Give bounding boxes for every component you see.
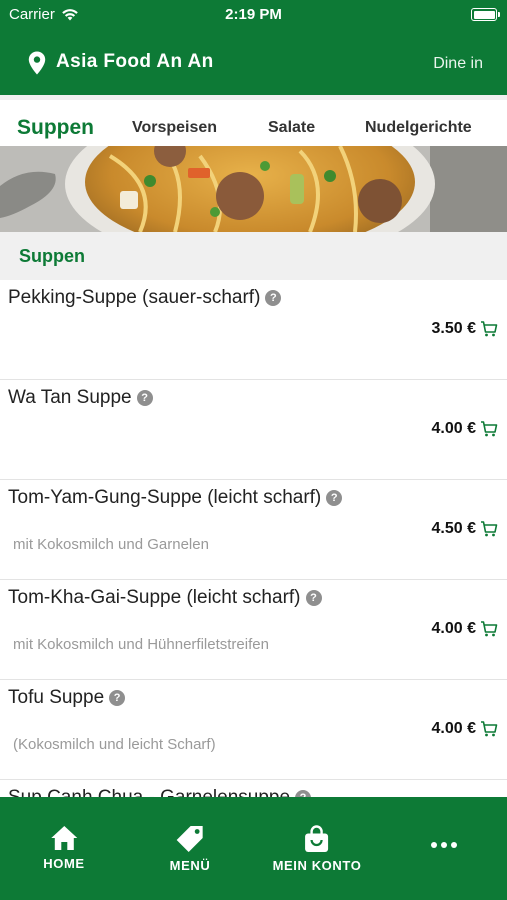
add-to-cart-icon[interactable] xyxy=(480,620,498,638)
menu-item-name-row: Pekking-Suppe (sauer-scharf)? xyxy=(8,287,282,309)
menu-item-description: (Kokosmilch und leicht Scharf) xyxy=(13,736,216,753)
menu-item-price: 4.00 € xyxy=(431,620,476,637)
bottom-navigation: HOME MENÜ MEIN KONTO xyxy=(0,797,507,900)
shopping-bag-icon xyxy=(305,825,329,852)
soup-photo xyxy=(0,146,507,232)
nav-account-label: MEIN KONTO xyxy=(272,858,362,873)
menu-item-price: 3.50 € xyxy=(431,320,476,337)
battery-icon xyxy=(471,8,500,21)
menu-item-name-row: Tofu Suppe? xyxy=(8,687,126,709)
menu-item-name-row: Tom-Kha-Gai-Suppe (leicht scharf)? xyxy=(8,587,322,609)
nav-home[interactable]: HOME xyxy=(43,825,84,871)
status-time: 2:19 PM xyxy=(225,6,282,23)
tab-suppen[interactable]: Suppen xyxy=(17,116,94,140)
section-header: Suppen xyxy=(0,232,507,280)
menu-item-price: 4.00 € xyxy=(431,720,476,737)
nav-account[interactable]: MEIN KONTO xyxy=(273,825,362,873)
info-question-icon[interactable]: ? xyxy=(305,590,322,606)
menu-item[interactable]: Pekking-Suppe (sauer-scharf)? 3.50 € xyxy=(0,280,507,380)
menu-item[interactable]: Tom-Kha-Gai-Suppe (leicht scharf)? mit Ko… xyxy=(0,580,507,680)
menu-item-price: 4.00 € xyxy=(431,420,476,437)
menu-item-description: mit Kokosmilch und Garnelen xyxy=(13,536,209,553)
add-to-cart-icon[interactable] xyxy=(480,420,498,438)
section-title: Suppen xyxy=(19,246,85,266)
menu-item-name: Tom-Kha-Gai-Suppe (leicht scharf) xyxy=(8,587,301,608)
home-icon xyxy=(51,826,77,850)
tab-vorspeisen[interactable]: Vorspeisen xyxy=(132,119,217,137)
menu-item-list: Pekking-Suppe (sauer-scharf)? 3.50 € Wa Ta… xyxy=(0,280,507,880)
menu-item[interactable]: Tofu Suppe? (Kokosmilch und leicht Scharf… xyxy=(0,680,507,780)
restaurant-name[interactable]: Asia Food An An xyxy=(56,51,214,73)
menu-item-name: Wa Tan Suppe xyxy=(8,387,132,408)
menu-item-name: Pekking-Suppe (sauer-scharf) xyxy=(8,287,261,308)
nav-home-label: HOME xyxy=(43,856,85,871)
more-dots-icon[interactable] xyxy=(431,842,457,848)
add-to-cart-icon[interactable] xyxy=(480,520,498,538)
location-pin-icon[interactable] xyxy=(28,51,46,75)
menu-item[interactable]: Wa Tan Suppe? 4.00 € xyxy=(0,380,507,480)
menu-item-name-row: Wa Tan Suppe? xyxy=(8,387,153,409)
header: Asia Food An An Dine in xyxy=(0,40,507,86)
category-banner-image xyxy=(0,146,507,232)
info-question-icon[interactable]: ? xyxy=(326,490,343,506)
status-bar: Carrier 2:19 PM xyxy=(0,0,507,30)
info-question-icon[interactable]: ? xyxy=(109,690,126,706)
info-question-icon[interactable]: ? xyxy=(136,390,153,406)
menu-item-name: Tom-Yam-Gung-Suppe (leicht scharf) xyxy=(8,487,322,508)
nav-menu-label: MENÜ xyxy=(169,858,211,873)
top-bar: Carrier 2:19 PM Asia Food An An Dine in xyxy=(0,0,507,95)
tab-nudelgerichte[interactable]: Nudelgerichte xyxy=(365,119,472,137)
tab-salate[interactable]: Salate xyxy=(268,119,315,137)
add-to-cart-icon[interactable] xyxy=(480,320,498,338)
menu-item-price: 4.50 € xyxy=(431,520,476,537)
tag-icon xyxy=(177,826,203,852)
menu-item[interactable]: Tom-Yam-Gung-Suppe (leicht scharf)? mit K… xyxy=(0,480,507,580)
nav-menu[interactable]: MENÜ xyxy=(170,825,211,873)
menu-item-description: mit Kokosmilch und Hühnerfiletstreifen xyxy=(13,636,269,653)
app-screen: Carrier 2:19 PM Asia Food An An Dine in … xyxy=(0,0,507,900)
menu-item-name: Tofu Suppe xyxy=(8,687,105,708)
dine-mode-button[interactable]: Dine in xyxy=(433,55,483,73)
category-tabs: Suppen Vorspeisen Salate Nudelgerichte xyxy=(0,95,507,146)
menu-item-name-row: Tom-Yam-Gung-Suppe (leicht scharf)? xyxy=(8,487,343,509)
info-question-icon[interactable]: ? xyxy=(265,290,282,306)
add-to-cart-icon[interactable] xyxy=(480,720,498,738)
